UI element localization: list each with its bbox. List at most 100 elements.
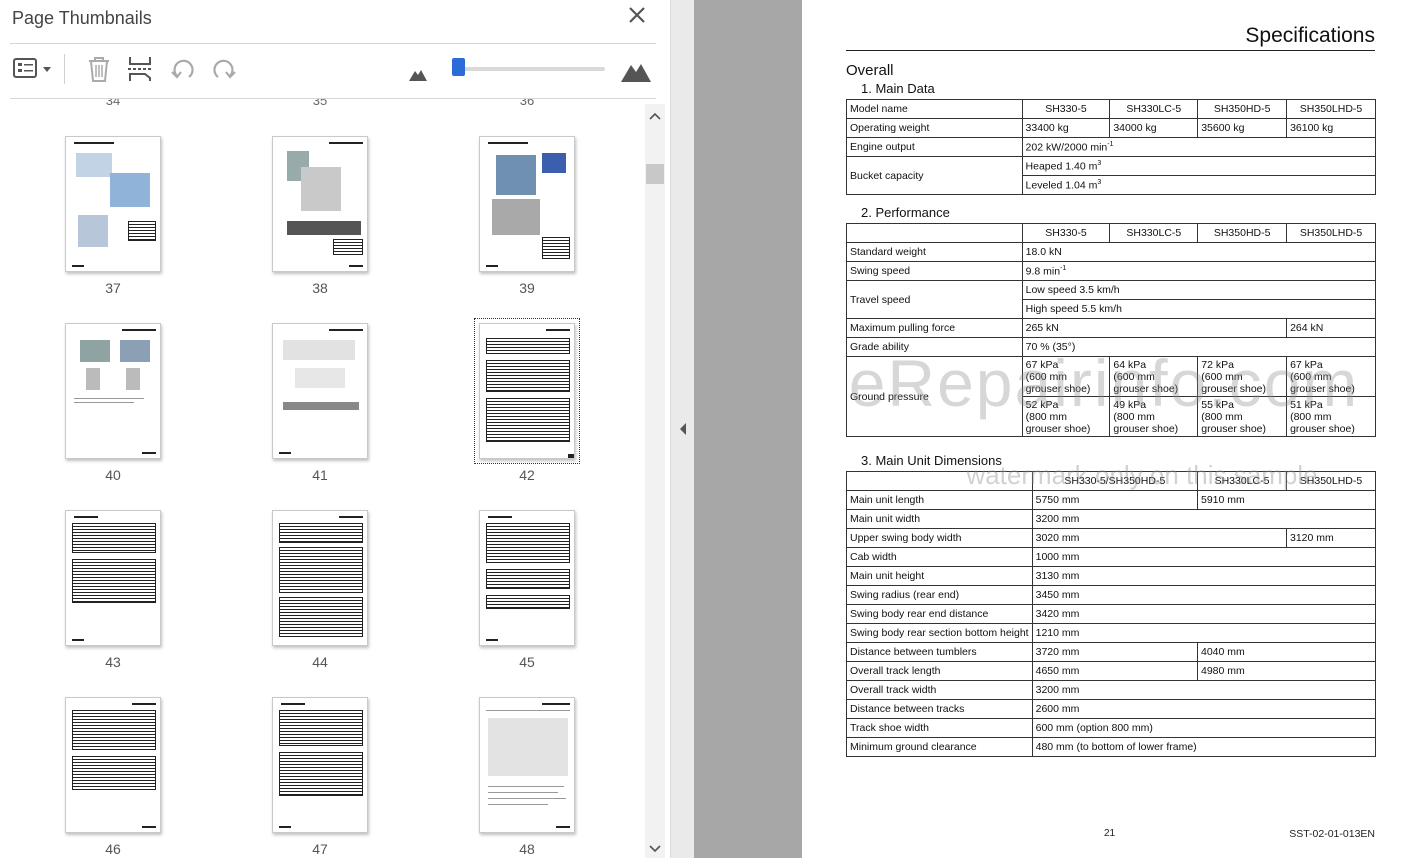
page-thumbnail[interactable] [479,136,575,272]
table-cell: 49 kPa (800 mm grouser shoe) [1109,396,1199,437]
cell-line: 67 kPa [1290,359,1323,371]
table-row: Grade ability 70 % (35°) [846,337,1377,357]
cell-text: 9.8 min [1025,265,1061,278]
table-cell [846,471,1033,491]
table-cell: SH350LHD-5 [1286,99,1376,119]
table-row: Minimum ground clearance 480 mm (to botto… [846,737,1377,757]
table-cell: 4980 mm [1197,661,1376,681]
cell-line: 64 kPa [1113,359,1147,371]
table-cell: Ground pressure [846,356,1023,437]
table-row: Main unit height 3130 mm [846,566,1377,586]
thumbnail-options-button[interactable] [12,54,56,84]
page-thumbnail[interactable] [479,510,575,646]
table-row: Distance between tumblers 3720 mm 4040 mm [846,642,1376,662]
table-row: Operating weight 33400 kg 34000 kg 35600… [846,118,1376,138]
table-cell: Distance between tracks [846,699,1033,719]
table-cell: Swing radius (rear end) [846,585,1033,605]
table-cell: Travel speed [846,280,1023,319]
table-row: Swing body rear section bottom height 121… [846,623,1377,643]
delete-page-button[interactable] [84,54,114,84]
table-cell: Bucket capacity [846,156,1023,195]
table-cell: SH330-5 [1021,99,1111,119]
table-cell: 3130 mm [1031,566,1377,586]
page-thumbnail[interactable] [65,697,161,833]
table-cell: 52 kPa (800 mm grouser shoe) [1021,396,1111,437]
page-thumbnail[interactable] [65,323,161,459]
table-row: Swing radius (rear end) 3450 mm [846,585,1377,605]
scroll-up-button[interactable] [645,106,665,126]
rotate-counterclockwise-icon [171,59,194,79]
table-cell: 5910 mm [1197,490,1376,510]
table-cell: 36100 kg [1286,118,1376,138]
superscript: -1 [1107,140,1114,148]
thumbnail-number: 40 [105,467,121,483]
cell-line: grouser shoe) [1113,383,1179,395]
page-thumbnail[interactable] [272,510,368,646]
table-cell: Heaped 1.40 m3 [1021,156,1377,176]
table-cell: 55 kPa (800 mm grouser shoe) [1197,396,1288,437]
pane-splitter[interactable] [670,0,694,858]
zoom-out-thumbnails-button[interactable] [408,54,428,84]
table-cell: 480 mm (to bottom of lower frame) [1031,737,1377,757]
document-canvas-background [694,0,802,858]
page-thumbnail[interactable] [65,510,161,646]
page-thumbnail-selected[interactable] [474,318,580,464]
collapse-pane-button[interactable] [677,420,689,438]
scroll-down-button[interactable] [645,840,665,858]
thumbnail-size-slider[interactable] [455,67,605,71]
table-cell: Standard weight [846,242,1023,262]
cell-line: 72 kPa [1201,359,1234,371]
cell-line: (800 mm [1201,411,1243,423]
table-row: SH330-5 SH330LC-5 SH350HD-5 SH350LHD-5 [846,223,1376,243]
table-row: Cab width 1000 mm [846,547,1377,567]
page-thumbnail[interactable] [479,697,575,833]
small-mountain-icon [409,70,427,81]
cell-line: (600 mm [1290,371,1332,383]
table-cell: Model name [846,99,1023,119]
cell-line: grouser shoe) [1025,383,1091,395]
main-data-table: Model name SH330-5 SH330LC-5 SH350HD-5 S… [846,99,1377,195]
close-pane-button[interactable] [626,4,648,26]
cell-line: grouser shoe) [1201,423,1267,435]
thumbnail-size-slider-handle[interactable] [452,58,465,76]
table-row: Model name SH330-5 SH330LC-5 SH350HD-5 S… [846,99,1376,119]
cell-text: Leveled 1.04 m [1025,179,1098,192]
page-thumbnail[interactable] [272,697,368,833]
page-thumbnail[interactable] [65,136,161,272]
thumbnail-number: 45 [519,654,535,670]
table-row: Standard weight 18.0 kN [846,242,1377,262]
cell-line: grouser shoe) [1290,383,1355,395]
rotate-clockwise-button[interactable] [209,54,239,84]
table-cell: SH350HD-5 [1197,99,1288,119]
thumbnails-scrollbar[interactable] [645,104,665,858]
table-cell: 67 kPa (600 mm grouser shoe) [1021,356,1111,397]
performance-heading: 2. Performance [861,205,950,220]
table-cell: 265 kN [1021,318,1288,338]
table-cell: 202 kW/2000 min-1 [1021,137,1377,157]
table-cell: 33400 kg [1021,118,1111,138]
page-thumbnail[interactable] [272,136,368,272]
thumbnails-toolbar [0,48,670,92]
table-cell: Distance between tumblers [846,642,1033,662]
cell-line: grouser shoe) [1201,383,1267,395]
table-row: Overall track width 3200 mm [846,680,1377,700]
rotate-counterclockwise-button[interactable] [168,54,198,84]
cell-line: grouser shoe) [1025,423,1091,435]
rotate-clockwise-icon [213,59,236,79]
zoom-in-thumbnails-button[interactable] [620,54,652,84]
pane-title: Page Thumbnails [12,8,152,28]
insert-page-button[interactable] [125,54,155,84]
superscript: 3 [1097,178,1102,186]
page-thumbnail[interactable] [272,323,368,459]
scrollbar-thumb[interactable] [646,164,664,184]
superscript: 3 [1097,159,1102,167]
table-cell: 34000 kg [1109,118,1199,138]
table-cell: SH350LHD-5 [1286,471,1376,491]
cell-line: (600 mm [1025,371,1068,383]
cell-line: (600 mm [1201,371,1243,383]
cell-line: 55 kPa [1201,399,1234,411]
chevron-down-icon [649,845,661,853]
thumbnail-number: 39 [519,280,535,296]
superscript: -1 [1060,264,1067,272]
cell-text: Heaped 1.40 m [1025,160,1098,173]
